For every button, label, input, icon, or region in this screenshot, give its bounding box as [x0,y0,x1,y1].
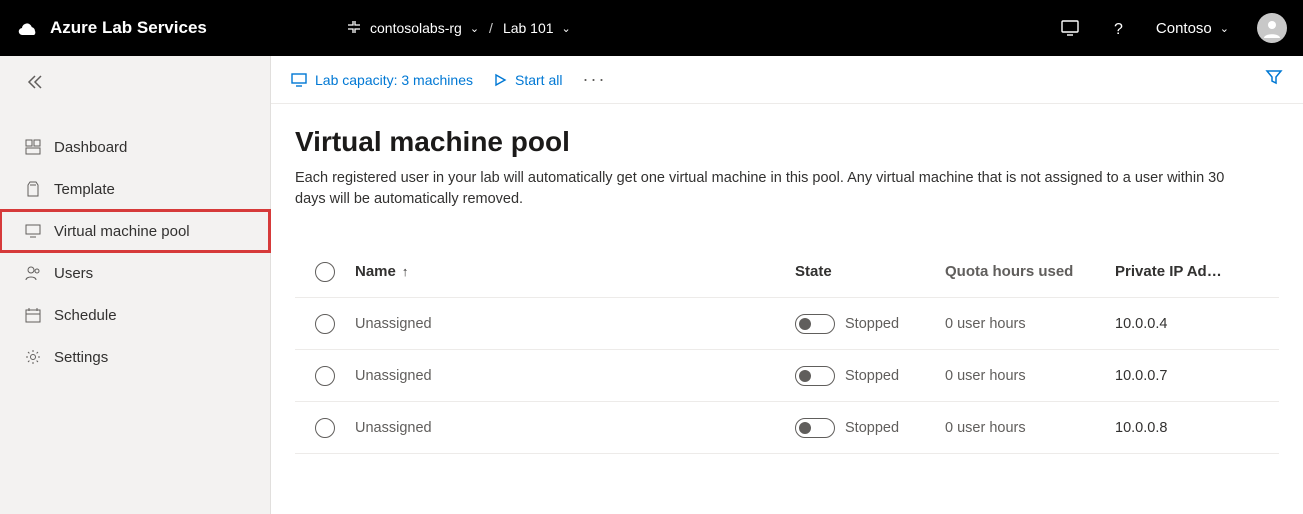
template-icon [24,180,42,198]
sidebar-item-schedule[interactable]: Schedule [0,294,270,336]
monitor-icon[interactable] [1060,18,1080,38]
command-bar: Lab capacity: 3 machines Start all ··· [271,56,1303,104]
sidebar-item-settings[interactable]: Settings [0,336,270,378]
svg-text:?: ? [1114,21,1123,37]
filter-button[interactable] [1265,68,1283,91]
calendar-icon [24,306,42,324]
sidebar-collapse-button[interactable] [0,56,270,108]
power-toggle[interactable] [795,366,835,386]
column-select-all[interactable] [295,262,355,282]
more-menu-button[interactable]: ··· [582,69,606,90]
content: Virtual machine pool Each registered use… [271,104,1303,454]
lab-capacity-button[interactable]: Lab capacity: 3 machines [291,72,473,88]
azure-cloud-icon [16,16,40,40]
table-header-row: Name ↑ State Quota hours used Private IP… [295,246,1279,298]
user-label: Contoso [1156,20,1212,37]
page-description: Each registered user in your lab will au… [295,168,1255,210]
sidebar-item-template[interactable]: Template [0,168,270,210]
column-state-label: State [795,263,832,280]
table-body: UnassignedStopped0 user hours10.0.0.4Una… [295,298,1279,454]
table-row[interactable]: Unassigned Stopped 0 user hours10.0.0.7 [295,350,1279,402]
power-toggle[interactable] [795,418,835,438]
body: Dashboard Template Virtual machine pool … [0,56,1303,514]
gear-icon [24,348,42,366]
users-icon [24,264,42,282]
cell-state: Stopped [795,418,945,438]
sidebar-nav: Dashboard Template Virtual machine pool … [0,108,270,378]
user-dropdown[interactable]: Contoso ⌄ [1156,20,1229,37]
row-select[interactable] [295,418,355,438]
avatar[interactable] [1257,13,1287,43]
column-header-state[interactable]: State [795,263,945,280]
dashboard-icon [24,138,42,156]
cell-ip: 10.0.0.7 [1115,368,1279,384]
breadcrumb-lab[interactable]: Lab 101 ⌄ [503,20,571,36]
help-icon[interactable]: ? [1108,18,1128,38]
cell-quota: 0 user hours [945,420,1115,436]
lab-capacity-label: Lab capacity: 3 machines [315,72,473,88]
cell-ip: 10.0.0.8 [1115,420,1279,436]
power-toggle[interactable] [795,314,835,334]
top-bar: Azure Lab Services contosolabs-rg ⌄ / La… [0,0,1303,56]
vm-table: Name ↑ State Quota hours used Private IP… [295,246,1279,454]
table-row[interactable]: Unassigned Stopped 0 user hours10.0.0.8 [295,402,1279,454]
start-all-label: Start all [515,72,562,88]
sidebar-item-label: Template [54,181,115,198]
column-quota-label: Quota hours used [945,263,1073,280]
state-label: Stopped [845,368,899,384]
logo-area: Azure Lab Services [16,16,346,40]
sidebar-item-dashboard[interactable]: Dashboard [0,126,270,168]
cell-quota: 0 user hours [945,316,1115,332]
monitor-icon [24,222,42,240]
sidebar-item-label: Settings [54,349,108,366]
page-title: Virtual machine pool [295,126,1279,158]
cell-state: Stopped [795,366,945,386]
breadcrumb-rg-label: contosolabs-rg [370,20,462,36]
cell-name: Unassigned [355,368,795,384]
breadcrumb: contosolabs-rg ⌄ / Lab 101 ⌄ [346,19,1060,38]
table-row[interactable]: Unassigned Stopped 0 user hours10.0.0.4 [295,298,1279,350]
sidebar: Dashboard Template Virtual machine pool … [0,56,271,514]
cell-name: Unassigned [355,316,795,332]
sidebar-item-label: Virtual machine pool [54,223,190,240]
sidebar-item-users[interactable]: Users [0,252,270,294]
cell-quota: 0 user hours [945,368,1115,384]
column-name-label: Name [355,263,396,280]
column-header-ip[interactable]: Private IP Ad… [1115,263,1279,280]
column-header-quota[interactable]: Quota hours used [945,263,1115,280]
breadcrumb-resource-group[interactable]: contosolabs-rg ⌄ [346,19,479,38]
chevron-down-icon: ⌄ [562,22,571,35]
main: Lab capacity: 3 machines Start all ··· V… [271,56,1303,514]
breadcrumb-lab-label: Lab 101 [503,20,554,36]
start-all-button[interactable]: Start all [493,72,562,88]
sidebar-item-label: Dashboard [54,139,127,156]
state-label: Stopped [845,420,899,436]
chevron-down-icon: ⌄ [470,22,479,35]
product-name: Azure Lab Services [50,18,207,38]
column-ip-label: Private IP Ad… [1115,263,1222,280]
cell-name: Unassigned [355,420,795,436]
cell-ip: 10.0.0.4 [1115,316,1279,332]
chevron-down-icon: ⌄ [1220,22,1229,35]
sort-asc-icon: ↑ [402,264,409,279]
column-header-name[interactable]: Name ↑ [355,263,795,280]
sidebar-item-label: Schedule [54,307,117,324]
header-right: ? Contoso ⌄ [1060,13,1287,43]
resource-group-icon [346,19,362,38]
state-label: Stopped [845,316,899,332]
row-select[interactable] [295,366,355,386]
breadcrumb-separator: / [489,20,493,36]
sidebar-item-label: Users [54,265,93,282]
cell-state: Stopped [795,314,945,334]
row-select[interactable] [295,314,355,334]
sidebar-item-vmpool[interactable]: Virtual machine pool [0,210,270,252]
